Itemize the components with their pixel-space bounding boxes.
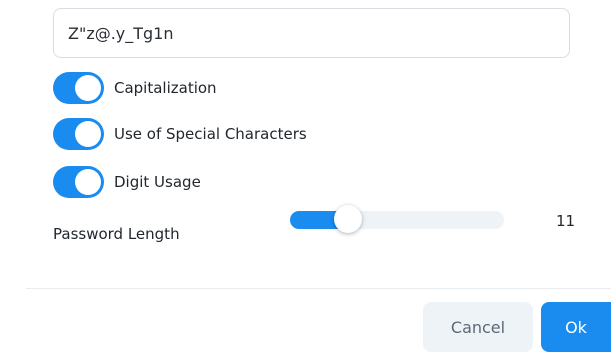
cancel-button[interactable]: Cancel [423, 302, 533, 352]
slider-thumb[interactable] [333, 205, 362, 233]
toggle-knob [75, 169, 101, 195]
capitalization-label: Capitalization [114, 79, 217, 97]
password-field[interactable] [53, 8, 570, 58]
option-digit-usage: Digit Usage [53, 165, 201, 199]
password-length-slider[interactable] [290, 205, 504, 233]
option-capitalization: Capitalization [53, 71, 217, 105]
option-special-characters: Use of Special Characters [53, 117, 307, 151]
special-characters-label: Use of Special Characters [114, 125, 307, 143]
toggle-knob [75, 75, 101, 101]
digit-usage-label: Digit Usage [114, 173, 201, 191]
footer-divider [26, 288, 611, 289]
special-characters-toggle[interactable] [53, 118, 104, 150]
ok-button[interactable]: Ok [541, 302, 611, 352]
toggle-knob [75, 121, 101, 147]
capitalization-toggle[interactable] [53, 72, 104, 104]
digit-usage-toggle[interactable] [53, 166, 104, 198]
password-length-value: 11 [556, 212, 576, 230]
password-length-label: Password Length [53, 225, 180, 243]
